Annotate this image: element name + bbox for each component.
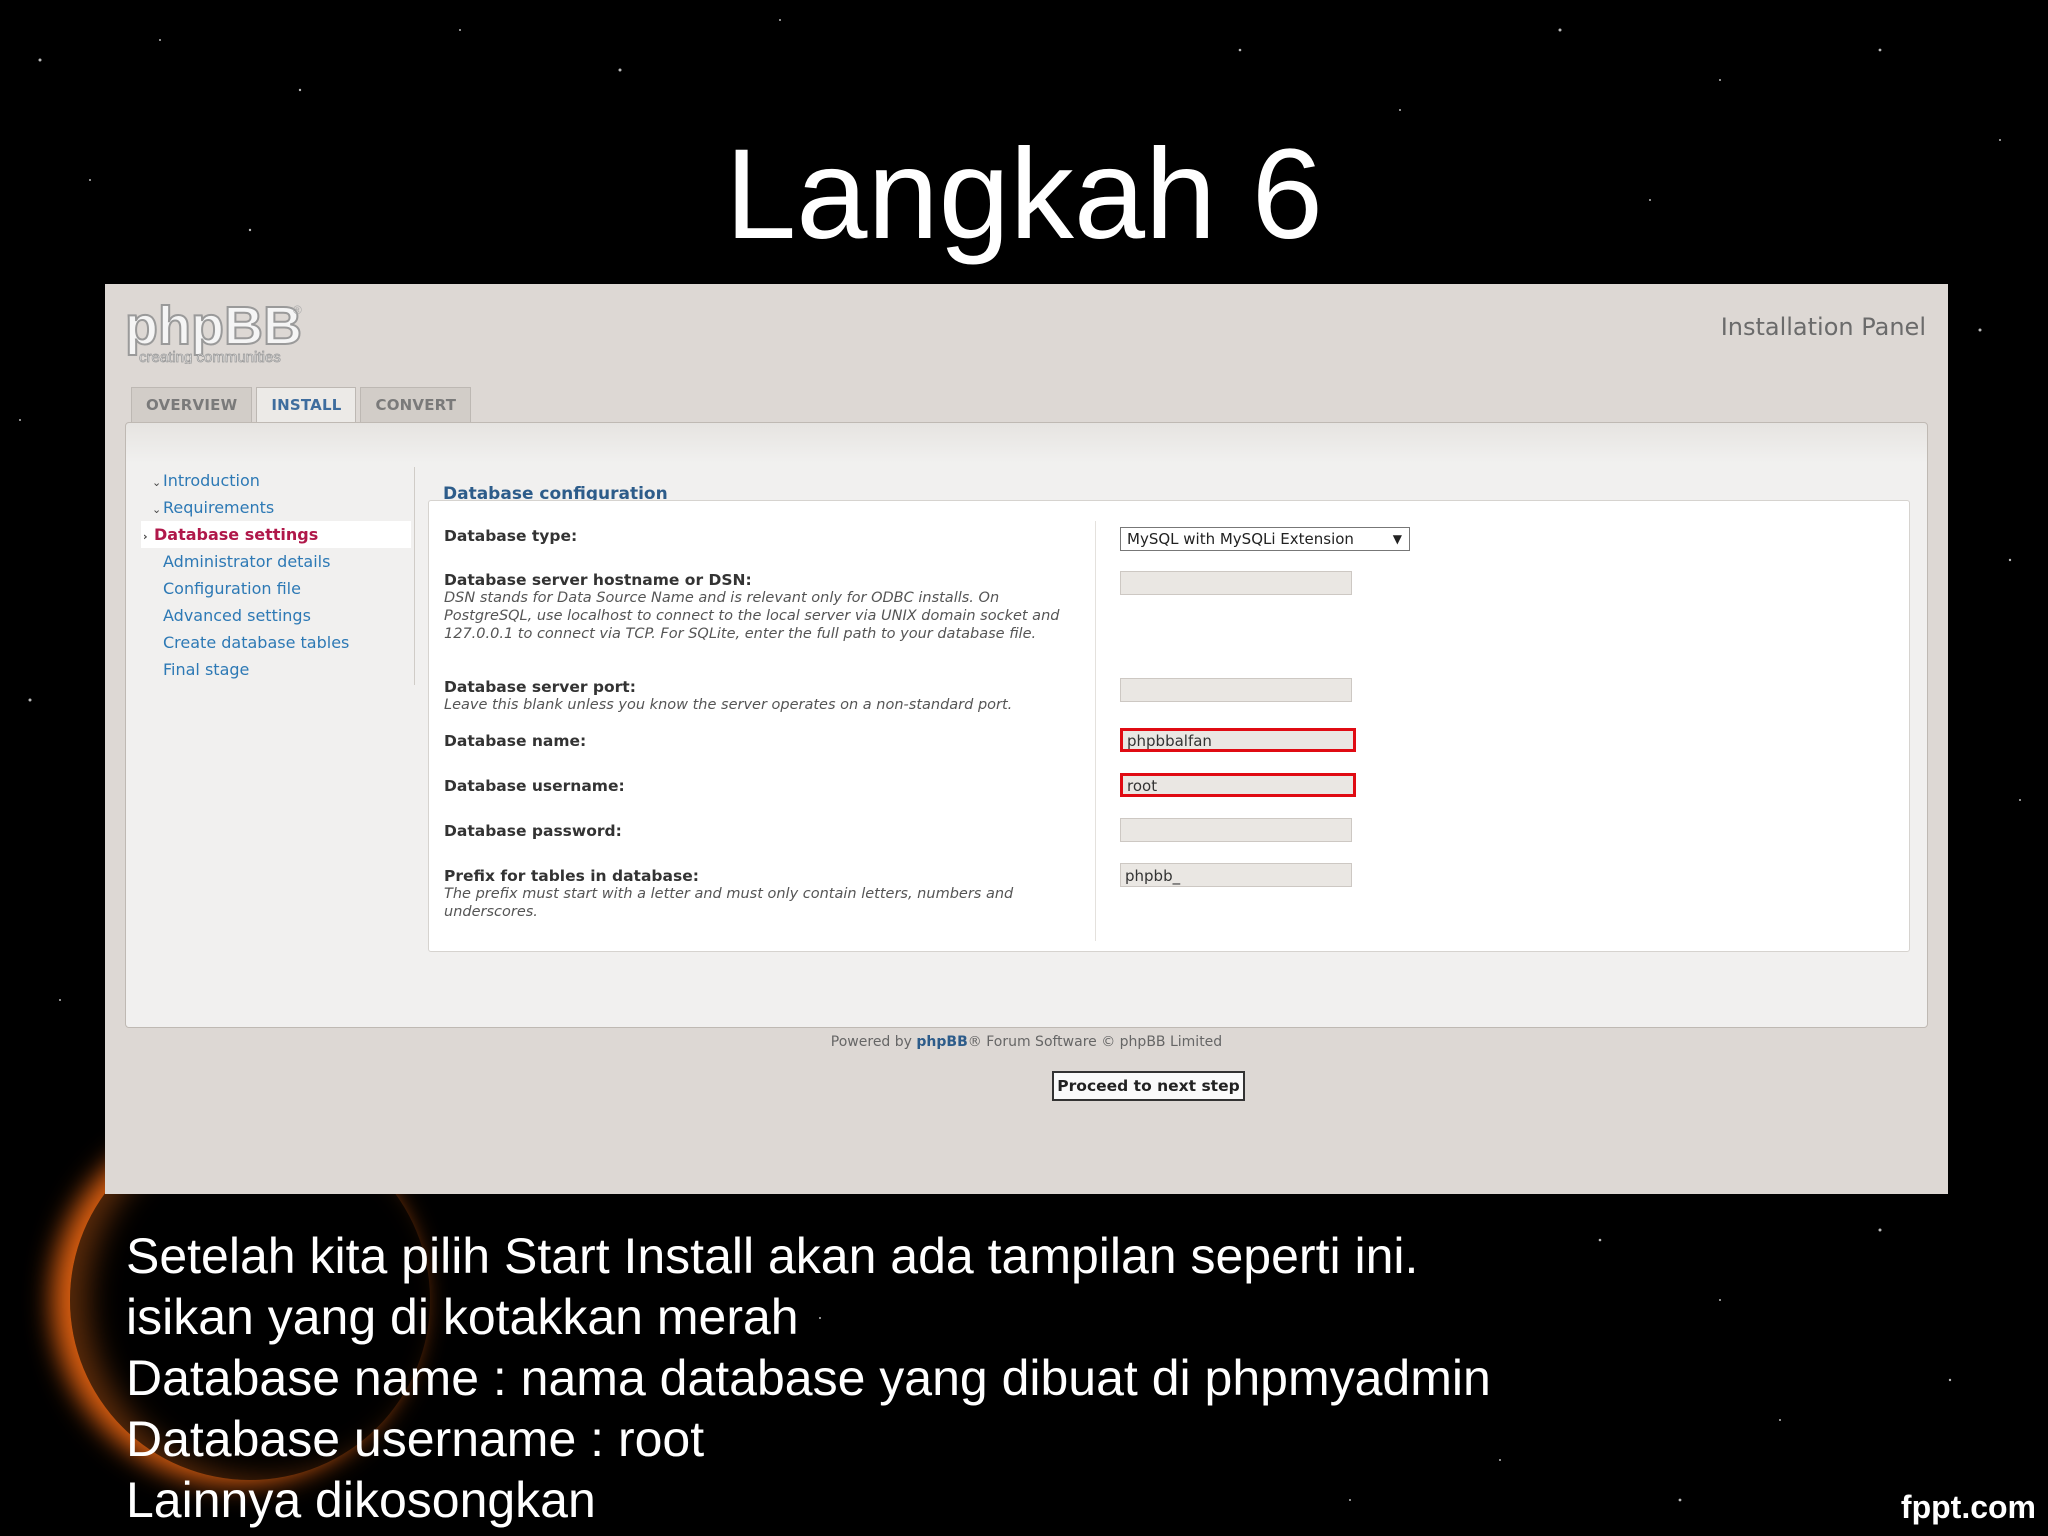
menu-item-label: Final stage bbox=[163, 660, 250, 679]
menu-item-label: Configuration file bbox=[163, 579, 301, 598]
footer-suffix: ® Forum Software © phpBB Limited bbox=[967, 1034, 1223, 1050]
row-db-prefix: Prefix for tables in database: The prefi… bbox=[444, 863, 1894, 921]
tab-overview[interactable]: OVERVIEW bbox=[131, 387, 253, 422]
db-prefix-hint: The prefix must start with a letter and … bbox=[444, 886, 1014, 920]
db-host-input[interactable] bbox=[1120, 571, 1352, 595]
row-db-type: Database type: MySQL with MySQLi Extensi… bbox=[444, 527, 1894, 551]
installation-panel-title: Installation Panel bbox=[1720, 313, 1926, 341]
tab-bar: OVERVIEW INSTALL CONVERT bbox=[131, 387, 472, 423]
menu-item-label: Introduction bbox=[163, 471, 260, 490]
menu-item-label: Advanced settings bbox=[163, 606, 311, 625]
row-db-username: Database username: root bbox=[444, 773, 1894, 797]
menu-item-requirements[interactable]: ⌄ Requirements bbox=[141, 494, 411, 521]
install-steps-menu: ⌄ Introduction ⌄ Requirements › Database se… bbox=[141, 467, 411, 683]
menu-item-label: Administrator details bbox=[163, 552, 331, 571]
tab-convert[interactable]: CONVERT bbox=[360, 387, 472, 422]
caption-line: isikan yang di kotakkan merah bbox=[126, 1289, 799, 1345]
svg-text:®: ® bbox=[293, 303, 302, 317]
check-icon: ⌄ bbox=[152, 476, 162, 489]
db-port-hint: Leave this blank unless you know the ser… bbox=[444, 697, 1013, 713]
caption-line: Setelah kita pilih Start Install akan ad… bbox=[126, 1228, 1419, 1284]
slide-caption: Setelah kita pilih Start Install akan ad… bbox=[126, 1226, 1491, 1531]
database-config-fieldset: Database type: MySQL with MySQLi Extensi… bbox=[428, 500, 1910, 952]
proceed-next-step-button[interactable]: Proceed to next step bbox=[1052, 1071, 1245, 1101]
phpbb-logo: phpBB ® creating communities bbox=[125, 298, 303, 364]
menu-item-introduction[interactable]: ⌄ Introduction bbox=[141, 467, 411, 494]
menu-item-configuration-file[interactable]: Configuration file bbox=[141, 575, 411, 602]
menu-item-label: Database settings bbox=[154, 525, 319, 544]
row-db-host: Database server hostname or DSN: DSN sta… bbox=[444, 571, 1894, 643]
row-db-port: Database server port: Leave this blank u… bbox=[444, 678, 1894, 714]
menu-item-final-stage[interactable]: Final stage bbox=[141, 656, 411, 683]
svg-text:creating communities: creating communities bbox=[139, 349, 281, 364]
db-host-hint: DSN stands for Data Source Name and is r… bbox=[444, 590, 1060, 642]
db-name-input[interactable]: phpbbalfan bbox=[1120, 728, 1356, 752]
caption-line: Lainnya dikosongkan bbox=[126, 1472, 596, 1528]
menu-item-create-database-tables[interactable]: Create database tables bbox=[141, 629, 411, 656]
caption-line: Database username : root bbox=[126, 1411, 705, 1467]
menu-item-administrator-details[interactable]: Administrator details bbox=[141, 548, 411, 575]
current-step-icon: › bbox=[143, 530, 148, 543]
installer-screenshot: phpBB ® creating communities Installatio… bbox=[105, 284, 1948, 1194]
db-type-value: MySQL with MySQLi Extension bbox=[1127, 530, 1354, 548]
menu-divider bbox=[414, 467, 415, 685]
db-prefix-input[interactable]: phpbb_ bbox=[1120, 863, 1352, 887]
slide-title: Langkah 6 bbox=[725, 123, 1323, 266]
menu-item-label: Requirements bbox=[163, 498, 275, 517]
menu-item-label: Create database tables bbox=[163, 633, 350, 652]
db-type-select[interactable]: MySQL with MySQLi Extension ▼ bbox=[1120, 527, 1410, 551]
install-frame: ⌄ Introduction ⌄ Requirements › Database se… bbox=[125, 422, 1928, 1028]
dropdown-arrow-icon: ▼ bbox=[1392, 532, 1402, 546]
footer-brand-link[interactable]: phpBB bbox=[916, 1034, 967, 1050]
db-username-input[interactable]: root bbox=[1120, 773, 1356, 797]
footer-prefix: Powered by bbox=[830, 1034, 912, 1050]
fppt-watermark: fppt.com bbox=[1900, 1489, 2036, 1525]
svg-text:phpBB: phpBB bbox=[125, 298, 302, 356]
db-port-input[interactable] bbox=[1120, 678, 1352, 702]
db-password-input[interactable] bbox=[1120, 818, 1352, 842]
footer: Powered by phpBB® Forum Software © phpBB… bbox=[105, 1034, 1948, 1050]
row-db-name: Database name: phpbbalfan bbox=[444, 728, 1894, 752]
check-icon: ⌄ bbox=[152, 503, 162, 516]
menu-item-database-settings[interactable]: › Database settings bbox=[141, 521, 411, 548]
row-db-password: Database password: bbox=[444, 818, 1894, 842]
caption-line: Database name : nama database yang dibua… bbox=[126, 1350, 1491, 1406]
tab-install[interactable]: INSTALL bbox=[256, 387, 357, 423]
menu-item-advanced-settings[interactable]: Advanced settings bbox=[141, 602, 411, 629]
